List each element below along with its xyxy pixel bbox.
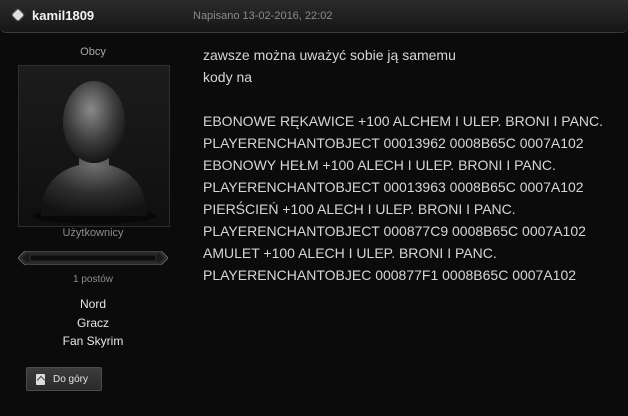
post-line: EBONOWE RĘKAWICE +100 ALCHEM I ULEP. BRO…: [203, 113, 604, 129]
post-content: zawsze można uważyć sobie ją samemu kody…: [203, 44, 613, 286]
post-author-username[interactable]: kamil1809: [32, 8, 94, 23]
diamond-icon: [12, 9, 24, 21]
member-title: Obcy: [80, 46, 106, 58]
post-line: AMULET +100 ALECH I ULEP. BRONI I PANC.: [203, 245, 497, 261]
reputation-bar: [18, 251, 168, 265]
post-line: PLAYERENCHANTOBJECT 000877C9 0008B65C 00…: [203, 223, 586, 239]
default-avatar-icon: [32, 81, 156, 224]
post-line: PLAYERENCHANTOBJECT 00013962 0008B65C 00…: [203, 135, 584, 151]
profile-field-fan: Fan Skyrim: [62, 334, 124, 348]
post-count: 1 postów: [72, 274, 114, 285]
profile-field-type: Gracz: [76, 316, 109, 330]
back-to-top-button[interactable]: Do góry: [26, 367, 102, 391]
post-date: Napisano 13-02-2016, 22:02: [193, 10, 333, 22]
member-group: Użytkownicy: [62, 227, 124, 239]
author-panel: Obcy Użytkownicy 1 postów Nord Gracz Fan…: [0, 33, 186, 416]
post-header: kamil1809 Napisano 13-02-2016, 22:02: [0, 0, 628, 33]
post-line: EBONOWY HEŁM +100 ALECH I ULEP. BRONI I …: [203, 157, 556, 173]
page-up-icon: [36, 373, 45, 385]
post-line: zawsze można uważyć sobie ją samemu: [203, 47, 456, 63]
back-to-top-label: Do góry: [53, 373, 89, 385]
post-line: kody na: [203, 69, 253, 85]
post-line: PLAYERENCHANTOBJECT 00013963 0008B65C 00…: [203, 179, 584, 195]
avatar[interactable]: [18, 65, 170, 227]
profile-field-race: Nord: [79, 297, 106, 311]
post-line: PLAYERENCHANTOBJEC 000877F1 0008B65C 000…: [203, 267, 577, 283]
post-line: PIERŚCIEŃ +100 ALECH I ULEP. BRONI I PAN…: [203, 201, 516, 217]
